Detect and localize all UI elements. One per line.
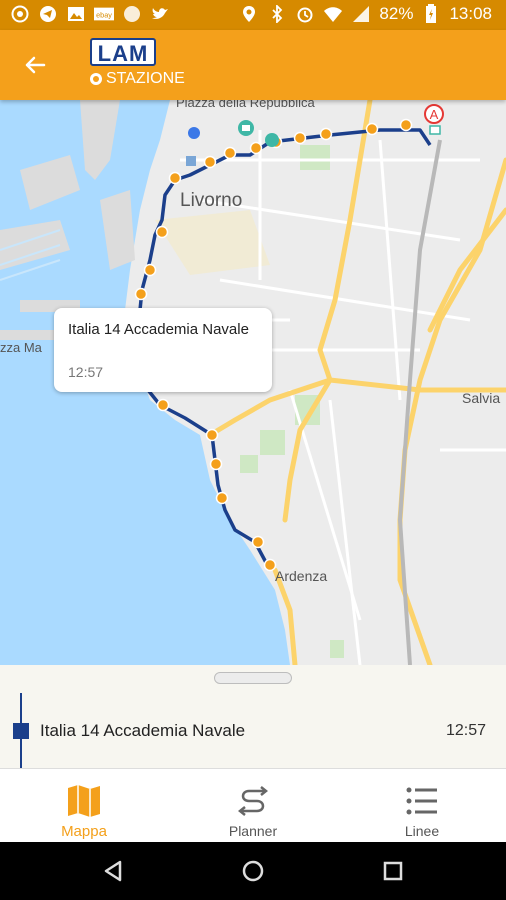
map-label-piazza-ma: zza Ma [0,340,42,355]
triangle-back-icon [104,860,122,882]
callout-time: 12:57 [68,364,104,380]
sheet-drag-handle[interactable] [214,672,292,684]
clock: 13:08 [449,4,492,23]
stop-marker [293,131,307,145]
bottom-sheet[interactable]: Italia 14 Accademia Navale 12:57 [0,665,506,768]
dot-icon [90,73,102,85]
railway [397,139,442,665]
bottom-navigation: Mappa Planner Linee [0,768,506,843]
system-recents-button[interactable] [378,856,408,886]
user-location-dot [188,127,200,139]
sheet-stop-name: Italia 14 Accademia Navale [40,721,246,740]
city-zone [155,210,270,275]
poi-building-icon [186,156,196,166]
map-label-livorno: Livorno [180,190,243,211]
back-button[interactable] [20,50,50,80]
app-bar: LAM STAZIONE [0,30,506,100]
nav-item-linee[interactable]: Linee [338,769,506,843]
nav-item-mappa[interactable]: Mappa [0,769,168,843]
marker-a-label: A [430,107,439,122]
battery-percent: 82% [379,4,414,23]
wifi-icon [323,4,343,24]
map-icon [68,785,100,817]
stop-marker [155,225,169,239]
stop-marker [134,287,148,301]
svg-text:ebay: ebay [96,11,112,20]
stop-marker [263,558,277,572]
subtitle-text: STAZIONE [106,70,185,87]
nav-label-mappa: Mappa [61,823,107,840]
arrow-back-icon [25,56,46,74]
stop-marker [215,491,229,505]
alarm-icon [295,4,315,24]
stop-marker [205,428,219,442]
terminal-marker-a[interactable]: A [424,104,444,135]
stop-marker [209,457,223,471]
stop-marker [143,263,157,277]
nav-label-planner: Planner [228,823,278,839]
twitter-icon [150,4,170,24]
signal-icon [351,4,371,24]
map-view[interactable]: A Piazza della Repubblica Livorno zza Ma… [0,100,506,665]
square-recents-icon [383,861,403,881]
stop-marker [319,127,333,141]
poi-photo-icon [238,120,254,136]
sheet-stop-time: 12:57 [445,722,486,739]
stop-marker [223,146,237,160]
system-navigation-bar [0,842,506,900]
route-icon [237,786,269,816]
status-bar: ebay 82% 13:08 [0,0,506,30]
stop-marker [249,141,263,155]
stop-marker [365,122,379,136]
map-label-piazza-repubblica: Piazza della Repubblica [176,100,315,110]
telegram-icon [38,4,58,24]
circle-icon [122,4,142,24]
stop-marker [251,535,265,549]
bluetooth-icon [267,4,287,24]
poi-shop-icon [265,133,279,147]
stop-marker [203,155,217,169]
map-label-salviano: Salvia [462,390,501,406]
system-home-button[interactable] [238,856,268,886]
stop-square-icon [13,723,29,739]
stop-marker [399,118,413,132]
nav-label-linee: Linee [404,823,440,839]
nav-item-planner[interactable]: Planner [169,769,337,843]
photo-icon [66,4,86,24]
location-icon [239,4,259,24]
battery-icon [421,4,441,24]
list-icon [406,787,437,815]
stop-marker [156,398,170,412]
app-subtitle: STAZIONE [90,70,185,88]
ebay-icon: ebay [94,4,114,24]
circle-home-icon [242,860,264,882]
map-label-ardenza: Ardenza [275,568,328,584]
lam-logo: LAM [90,38,156,66]
whatsapp-icon [10,4,30,24]
stop-marker [168,171,182,185]
system-back-button[interactable] [98,856,128,886]
callout-title: Italia 14 Accademia Navale [68,321,249,338]
stop-callout[interactable]: Italia 14 Accademia Navale 12:57 [54,308,272,392]
